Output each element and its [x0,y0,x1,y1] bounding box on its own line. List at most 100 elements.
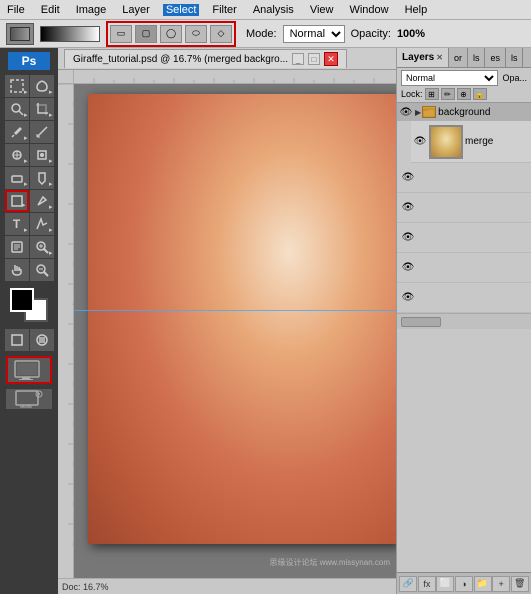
menu-file[interactable]: File [4,4,28,16]
menu-view[interactable]: View [307,4,337,16]
layer-eye-4[interactable]: 👁 [401,231,415,245]
layers-scrollbar[interactable] [397,313,531,329]
layer-eye-5[interactable]: 👁 [401,261,415,275]
layer-visibility-eye[interactable]: 👁 [413,135,427,149]
layer-mask-btn[interactable]: ⬜ [436,576,454,592]
menu-image[interactable]: Image [73,4,110,16]
main-area: Ps ▸ ▸ ▸ ▸ ▸ [0,48,531,594]
quick-select-tool[interactable]: ▸ [5,98,29,120]
zoom-tool[interactable]: ▸ [30,236,54,258]
status-bar: Doc: 16.7% [58,578,396,594]
layer-style-btn[interactable]: fx [418,576,436,592]
foreground-color[interactable] [10,288,34,312]
menu-edit[interactable]: Edit [38,4,63,16]
shape-diamond-btn[interactable]: ◇ [210,25,232,43]
layer-group-background[interactable]: 👁 ▶ background [397,103,531,121]
paint-bucket-tool[interactable]: ▸ [30,167,54,189]
tab-els[interactable]: ls [506,48,524,67]
maximize-btn[interactable]: □ [308,53,320,65]
layer-eye-2[interactable]: 👁 [401,171,415,185]
path-selection-tool[interactable]: ▸ [30,213,54,235]
lock-position-btn[interactable]: ⊕ [457,88,471,100]
menu-help[interactable]: Help [402,4,431,16]
tool-row-5: ▸ ▸ [5,167,54,189]
tool-row-1: ▸ ▸ [5,75,54,97]
layers-bottom-toolbar: 🔗 fx ⬜ ◑ 📁 + 🗑 [397,572,531,594]
marquee-tool[interactable]: ▸ [5,75,29,97]
shape-rounded-btn[interactable]: ▢ [135,25,157,43]
quick-mask-btn[interactable] [30,329,54,351]
tool-row-3: ▸ [5,121,54,143]
document-tab[interactable]: Giraffe_tutorial.psd @ 16.7% (merged bac… [64,49,347,68]
menu-filter[interactable]: Filter [209,4,239,16]
layers-opacity-label: Opa... [502,73,527,83]
tool-preview [6,23,34,45]
layer-eye-6[interactable]: 👁 [401,291,415,305]
notes-tool[interactable] [5,236,29,258]
document-titlebar: Giraffe_tutorial.psd @ 16.7% (merged bac… [58,48,396,70]
group-folder-icon [422,106,436,118]
scroll-thumb[interactable] [401,317,441,327]
drawing-canvas[interactable]: 思缘设计论坛 www.missynan.com [74,84,396,578]
group-triangle: ▶ [415,108,421,117]
group-visibility-eye[interactable]: 👁 [399,105,413,119]
layers-mode-select[interactable]: Normal [401,70,498,86]
new-layer-btn[interactable]: + [492,576,510,592]
hand-tool[interactable] [5,259,29,281]
layers-lock-row: Lock: ⊞ ✏ ⊕ 🔒 [401,88,527,100]
screen-mode-btn[interactable] [6,356,52,384]
adjustment-layer-btn[interactable]: ◑ [455,576,473,592]
canvas-area: Giraffe_tutorial.psd @ 16.7% (merged bac… [58,48,396,594]
tab-or[interactable]: or [449,48,468,67]
layer-eye-3[interactable]: 👁 [401,201,415,215]
crop-tool[interactable]: ▸ [30,98,54,120]
gradient-preview[interactable] [40,26,100,42]
left-toolbar: Ps ▸ ▸ ▸ ▸ ▸ [0,48,58,594]
mode-select[interactable]: Normal [283,25,345,43]
color-boxes [10,288,48,322]
quick-mask-row [5,329,54,351]
new-group-btn[interactable]: 📁 [474,576,492,592]
measure-tool[interactable] [30,121,54,143]
menu-select[interactable]: Select [163,4,200,16]
opacity-value: 100% [397,28,425,40]
close-btn[interactable]: ✕ [324,52,338,66]
tool-row-4: ▸ ▸ [5,144,54,166]
pen-tool[interactable]: ▸ [30,190,54,212]
zoom-out-tool[interactable] [30,259,54,281]
menu-analysis[interactable]: Analysis [250,4,297,16]
canvas-with-ruler: 思缘设计论坛 www.missynan.com [58,84,396,578]
lock-all-btn[interactable]: 🔒 [473,88,487,100]
options-bar: ▭ ▢ ◯ ⬭ ◇ Mode: Normal Opacity: 100% [0,20,531,48]
layer-item-name: merge [465,136,493,147]
monitor-icon-btn[interactable] [6,389,52,409]
menu-layer[interactable]: Layer [119,4,153,16]
stamp-tool[interactable]: ▸ [30,144,54,166]
tab-es[interactable]: es [485,48,506,67]
tab-ls[interactable]: ls [468,48,486,67]
link-layers-btn[interactable]: 🔗 [399,576,417,592]
shape-ellipse-btn[interactable]: ◯ [160,25,182,43]
shape-rect-btn[interactable]: ▭ [110,25,132,43]
lasso-tool[interactable]: ▸ [30,75,54,97]
rectangle-tool-active[interactable]: ▸ [5,190,29,212]
minimize-btn[interactable]: _ [292,53,304,65]
layer-thumbnail [429,125,463,159]
eyedropper-tool[interactable]: ▸ [5,121,29,143]
delete-layer-btn[interactable]: 🗑 [511,576,529,592]
tab-layers[interactable]: Layers ✕ [397,48,449,67]
standard-mode-btn[interactable] [5,329,29,351]
opacity-label: Opacity: [351,28,391,40]
layer-item-merge[interactable]: 👁 merge [411,121,531,163]
layer-empty-2: 👁 [397,193,531,223]
type-tool[interactable]: T ▸ [5,213,29,235]
status-text: Doc: 16.7% [62,582,109,592]
eraser-tool[interactable]: ▸ [5,167,29,189]
menu-window[interactable]: Window [346,4,391,16]
layers-tab-close[interactable]: ✕ [436,53,443,62]
lock-transparent-btn[interactable]: ⊞ [425,88,439,100]
healing-brush-tool[interactable]: ▸ [5,144,29,166]
ruler-horizontal [58,70,396,84]
lock-image-btn[interactable]: ✏ [441,88,455,100]
shape-pill-btn[interactable]: ⬭ [185,25,207,43]
